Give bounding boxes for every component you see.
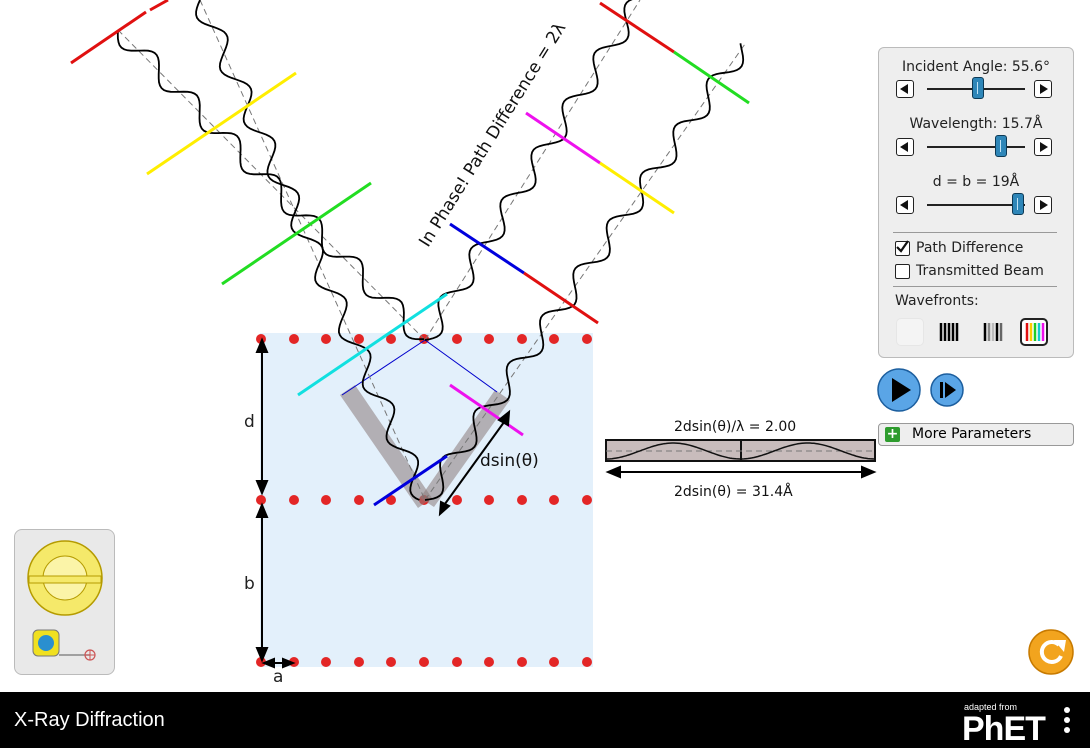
incident-angle-thumb[interactable] [971,77,984,99]
phet-logo[interactable]: adapted from PhET [962,702,1052,748]
wavefront-red-2 [599,1,675,54]
atom [289,334,299,344]
atom [354,334,364,344]
atom [484,495,494,505]
path-length-arrow [605,465,877,479]
phet-brand: PhET [962,710,1046,748]
spacing-label: d = b = 19Å [932,174,1020,190]
wavefront-red-3 [523,271,599,325]
atom [582,495,592,505]
incident-angle-decrease-button[interactable] [896,80,914,98]
wavefront-red-1 [70,10,147,65]
wavelength-thumb[interactable] [994,135,1007,157]
atom [484,334,494,344]
toolbox-icons [27,540,103,661]
wavefront-blue-2 [449,222,525,275]
wavefront-red-1b [149,0,169,12]
wavefronts-label: Wavefronts: [895,293,979,309]
divider [893,286,1057,287]
ratio-label: 2dsin(θ)/λ = 2.00 [674,419,796,435]
atom [582,657,592,667]
spacing-decrease-button[interactable] [896,196,914,214]
atom [517,334,527,344]
atom [517,495,527,505]
wavefront-green-2 [673,50,750,105]
wavelength-decrease-button[interactable] [896,138,914,156]
atom [419,657,429,667]
wavefront-rainbow-button[interactable] [1020,318,1048,346]
measuring-tape-icon[interactable] [32,629,96,661]
atom [549,495,559,505]
atom [321,495,331,505]
app-title: X-Ray Diffraction [14,709,165,731]
atom [452,495,462,505]
path-length-label: 2dsin(θ) = 31.4Å [674,483,793,500]
rainbow-bars-icon [1025,323,1045,341]
d-label: d [244,412,255,432]
atom [549,334,559,344]
in-phase-label: In Phase! Path Difference = 2λ [415,19,570,251]
gray-bars-icon [983,323,1003,341]
atom [386,657,396,667]
wavefront-yellow-2 [599,161,675,215]
menu-icon[interactable] [1064,707,1072,737]
atom [354,495,364,505]
reset-button[interactable] [1028,629,1074,675]
play-button[interactable] [877,368,921,412]
atom [517,657,527,667]
atom [321,657,331,667]
atom [549,657,559,667]
black-bars-icon [939,323,959,341]
wavefront-gray-button[interactable] [978,318,1006,346]
navigation-bar: X-Ray Diffraction adapted from PhET [0,692,1090,748]
atom [354,657,364,667]
incident-angle-label: Incident Angle: 55.6° [901,59,1051,75]
step-button[interactable] [930,373,964,407]
atom [582,334,592,344]
toolbox [14,529,115,675]
more-parameters-button[interactable]: + More Parameters [878,423,1074,446]
wavelength-label: Wavelength: 15.7Å [909,116,1043,132]
path-difference-checkbox[interactable]: Path Difference [895,239,1024,256]
spacing-track[interactable] [927,204,1025,206]
atom [321,334,331,344]
checkbox-unchecked-icon [895,263,910,279]
protractor-icon[interactable] [27,540,103,616]
atom [484,657,494,667]
incident-guide-1 [117,29,426,341]
control-panel: Incident Angle: 55.6° Wavelength: 15.7Å … [878,47,1074,358]
more-parameters-label: More Parameters [912,426,1032,442]
wavefront-black-button[interactable] [934,318,962,346]
wavelength-track[interactable] [927,146,1025,148]
wavelength-increase-button[interactable] [1034,138,1052,156]
transmitted-beam-label: Transmitted Beam [916,263,1044,279]
checkbox-checked-icon [895,239,910,256]
transmitted-beam-checkbox[interactable]: Transmitted Beam [895,263,1044,279]
wavefront-none-button[interactable] [896,318,924,346]
wavefront-yellow-1 [146,71,297,176]
incident-angle-increase-button[interactable] [1034,80,1052,98]
spacing-thumb[interactable] [1012,193,1025,215]
a-label: a [273,667,283,687]
b-label: b [244,574,255,594]
plus-icon: + [885,426,900,442]
atom [452,657,462,667]
wavefront-green-1 [221,181,372,286]
dsin-label: dsin(θ) [480,451,539,471]
spacing-increase-button[interactable] [1034,196,1052,214]
wavefront-magenta-2 [525,111,601,165]
atom [289,495,299,505]
atom [452,334,462,344]
atom [256,495,266,505]
path-difference-label: Path Difference [916,240,1024,256]
divider [893,232,1057,233]
